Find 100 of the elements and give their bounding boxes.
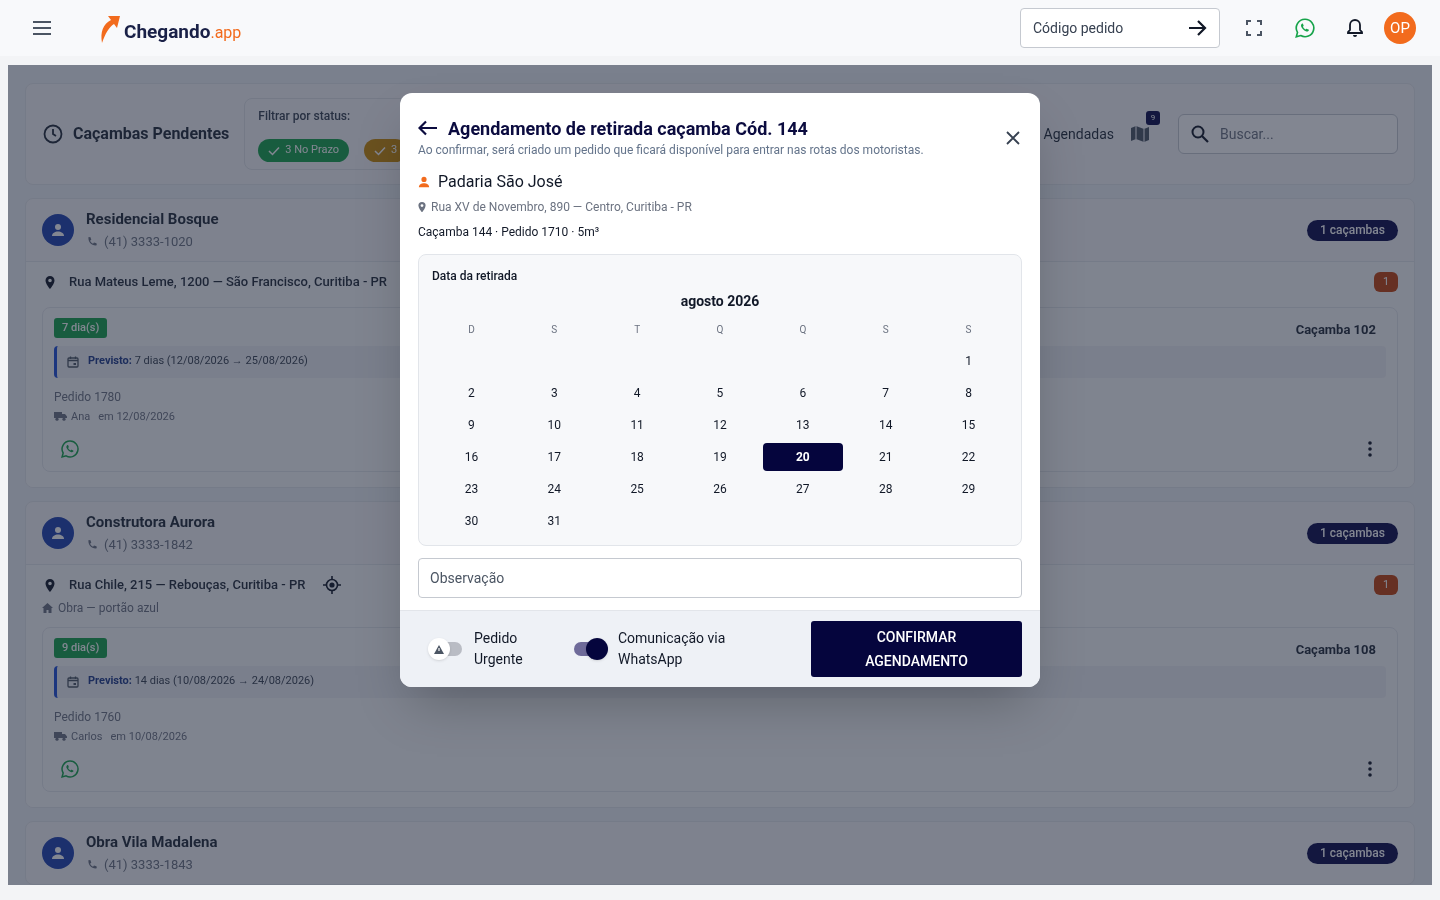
pin-icon — [45, 275, 55, 289]
calendar-day[interactable]: 23 — [451, 475, 492, 503]
calendar-day[interactable]: 9 — [451, 411, 492, 439]
whatsapp-icon[interactable] — [1294, 17, 1316, 39]
calendar-day[interactable]: 25 — [617, 475, 658, 503]
more-icon[interactable] — [1368, 761, 1372, 777]
alert-count-badge: 1 — [1374, 272, 1398, 292]
calendar-day[interactable]: 20 — [762, 443, 843, 471]
more-icon[interactable] — [1368, 441, 1372, 457]
toggle-switch[interactable] — [572, 638, 608, 660]
dialog-title: Agendamento de retirada caçamba Cód. 144 — [448, 116, 808, 141]
pin-icon — [418, 201, 426, 213]
delivery-date: em 12/08/2026 — [98, 408, 175, 425]
calendar-day[interactable]: 22 — [948, 443, 989, 471]
client-name: Obra Vila Madalena — [86, 831, 218, 852]
weekday-label: S — [551, 322, 558, 337]
search-icon — [1191, 125, 1209, 143]
calendar-day[interactable]: 17 — [534, 443, 575, 471]
dialog-subtitle: Ao confirmar, será criado um pedido que ficará disponível para entrar nas rotas dos motoristas. — [418, 142, 924, 159]
forecast-text: Previsto: 7 dias (12/08/2026 → 25/08/2026) — [88, 353, 308, 370]
weekday-label: Q — [799, 322, 807, 337]
client-phone: (41) 3333-1020 — [104, 232, 193, 251]
weekday-label: S — [965, 322, 972, 337]
alert-count-badge: 1 — [1374, 575, 1398, 595]
calendar-day[interactable]: 24 — [534, 475, 575, 503]
dumpster-label: Caçamba 108 — [1295, 641, 1376, 659]
dumpster-count-badge: 1 caçambas — [1306, 219, 1398, 241]
arrow-right-icon[interactable] — [1188, 19, 1208, 37]
home-icon — [42, 603, 53, 613]
bell-icon[interactable] — [1346, 18, 1364, 38]
toggle-switch[interactable] — [428, 638, 464, 660]
calendar-day[interactable]: 4 — [617, 379, 658, 407]
calendar-day[interactable]: 27 — [782, 475, 823, 503]
calendar-day[interactable]: 3 — [534, 379, 575, 407]
warning-icon — [434, 644, 444, 654]
weekday-label: S — [882, 322, 889, 337]
client-note: Obra — portão azul — [58, 600, 159, 617]
check-icon — [374, 145, 387, 156]
forecast-text: Previsto: 14 dias (10/08/2026 → 24/08/2026) — [88, 673, 315, 690]
calendar-day[interactable]: 30 — [451, 507, 492, 535]
calendar-day[interactable]: 26 — [700, 475, 740, 503]
clock-icon — [43, 124, 63, 144]
menu-icon[interactable] — [32, 21, 52, 35]
calendar-day[interactable]: 29 — [948, 475, 989, 503]
calendar-day[interactable]: 12 — [700, 411, 740, 439]
observation-field[interactable]: Observação — [418, 558, 1022, 598]
dumpster-count-badge: 1 caçambas — [1306, 842, 1398, 864]
client-address: Rua Mateus Leme, 1200 — São Francisco, Curitiba - PR — [69, 273, 388, 292]
driver-name: Carlos — [71, 728, 103, 745]
logo-text: Chegando — [124, 20, 211, 44]
calendar-day[interactable]: 19 — [700, 443, 740, 471]
calendar-day[interactable]: 2 — [451, 379, 492, 407]
calendar-day[interactable]: 18 — [617, 443, 658, 471]
toggle-label: Pedido Urgente — [474, 629, 524, 669]
calendar-day[interactable]: 15 — [948, 411, 989, 439]
client-phone: (41) 3333-1842 — [104, 535, 193, 554]
person-icon — [51, 526, 65, 540]
calendar-icon — [67, 355, 79, 368]
calendar-day[interactable]: 11 — [617, 411, 658, 439]
logo-suffix: .app — [210, 22, 242, 44]
truck-icon — [54, 732, 67, 742]
calendar-day[interactable]: 1 — [948, 347, 989, 375]
client-name: Padaria São José — [438, 171, 563, 193]
calendar-day[interactable]: 13 — [782, 411, 823, 439]
calendar-month: agosto 2026 — [680, 292, 760, 311]
page-title: Caçambas Pendentes — [73, 123, 230, 145]
calendar-day[interactable]: 14 — [865, 411, 906, 439]
order-number: Pedido 1760 — [54, 708, 122, 726]
pin-icon — [45, 578, 55, 592]
calendar-day[interactable]: 10 — [534, 411, 575, 439]
weekday-label: D — [468, 322, 475, 337]
fullscreen-icon[interactable] — [1246, 20, 1262, 36]
back-arrow-icon[interactable] — [418, 120, 438, 136]
order-search-field[interactable]: Código pedido — [1020, 8, 1220, 48]
client-address: Rua XV de Novembro, 890 — Centro, Curitiba - PR — [431, 199, 692, 216]
client-address: Rua Chile, 215 — Rebouças, Curitiba - PR — [69, 576, 306, 595]
calendar-day[interactable]: 8 — [948, 379, 989, 407]
driver-name: Ana — [71, 408, 91, 425]
truck-icon — [54, 412, 67, 422]
date-picker-label: Data da retirada — [432, 268, 518, 285]
search-field[interactable]: Buscar... — [1178, 114, 1398, 154]
locate-icon[interactable] — [323, 576, 342, 594]
calendar-day[interactable]: 31 — [534, 507, 575, 535]
calendar-day[interactable]: 6 — [782, 379, 823, 407]
calendar-day[interactable]: 5 — [700, 379, 740, 407]
scheduled-label: Agendadas — [1043, 124, 1114, 144]
close-icon[interactable] — [1006, 131, 1020, 145]
calendar-day[interactable]: 16 — [451, 443, 492, 471]
confirm-button[interactable]: CONFIRMAR AGENDAMENTO — [811, 621, 1022, 677]
phone-icon — [86, 235, 98, 248]
dumpster-count-badge: 1 caçambas — [1306, 522, 1398, 544]
weekday-label: T — [634, 322, 641, 337]
days-badge: 7 dia(s) — [54, 318, 108, 338]
filter-label: Filtrar por status: — [258, 108, 351, 125]
calendar-day[interactable]: 28 — [865, 475, 906, 503]
toggle-label: Comunicação via WhatsApp — [618, 629, 727, 669]
calendar-day[interactable]: 7 — [865, 379, 906, 407]
map-icon[interactable] — [1130, 124, 1150, 144]
calendar-day[interactable]: 21 — [865, 443, 906, 471]
days-badge: 9 dia(s) — [54, 638, 108, 658]
